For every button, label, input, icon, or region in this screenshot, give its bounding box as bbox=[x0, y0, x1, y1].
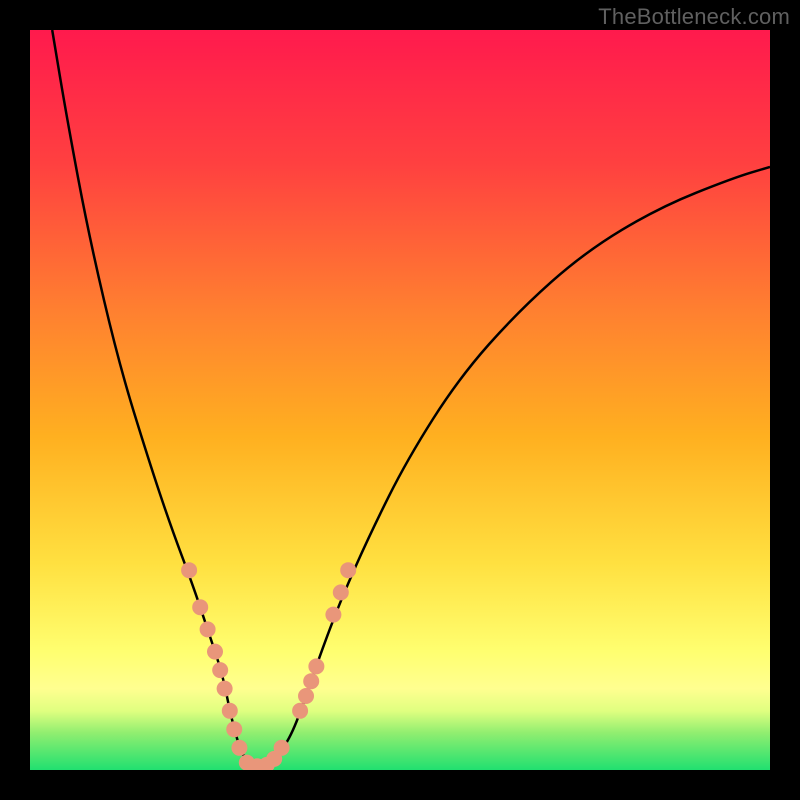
plot-area bbox=[30, 30, 770, 770]
data-marker bbox=[325, 607, 341, 623]
data-marker bbox=[292, 703, 308, 719]
data-marker bbox=[303, 673, 319, 689]
data-marker bbox=[274, 740, 290, 756]
data-marker bbox=[207, 644, 223, 660]
data-marker bbox=[217, 681, 233, 697]
data-marker bbox=[226, 721, 242, 737]
data-marker bbox=[333, 584, 349, 600]
data-marker bbox=[192, 599, 208, 615]
data-marker bbox=[308, 658, 324, 674]
data-marker bbox=[340, 562, 356, 578]
chart-frame: TheBottleneck.com bbox=[0, 0, 800, 800]
curve-left-path bbox=[52, 30, 252, 766]
data-marker bbox=[200, 621, 216, 637]
curve-right-path bbox=[259, 167, 770, 766]
watermark-text: TheBottleneck.com bbox=[598, 4, 790, 30]
data-marker bbox=[298, 688, 314, 704]
chart-svg bbox=[30, 30, 770, 770]
marker-group bbox=[181, 562, 356, 770]
data-marker bbox=[222, 703, 238, 719]
data-marker bbox=[231, 740, 247, 756]
data-marker bbox=[212, 662, 228, 678]
data-marker bbox=[181, 562, 197, 578]
